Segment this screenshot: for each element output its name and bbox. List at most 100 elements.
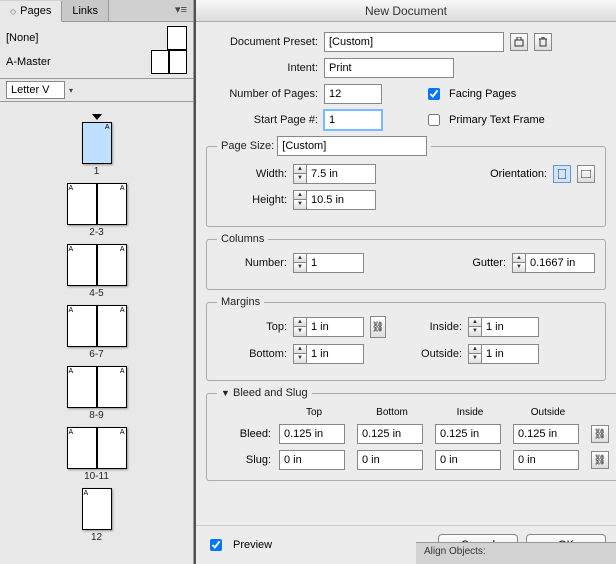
preview-label: Preview <box>233 539 272 551</box>
tab-pages-label: Pages <box>20 5 51 17</box>
bleed-outside-input[interactable] <box>513 424 579 444</box>
slug-bottom-input[interactable] <box>357 450 423 470</box>
master-none[interactable]: [None] <box>6 26 187 50</box>
facing-checkbox[interactable] <box>428 88 440 100</box>
page-thumb[interactable]: A <box>82 488 112 530</box>
bs-hd-top: Top <box>279 407 349 418</box>
master-indicator: A <box>69 307 74 314</box>
page-thumb[interactable]: A <box>67 183 97 225</box>
master-indicator: A <box>69 185 74 192</box>
width-input[interactable] <box>306 164 376 184</box>
spread[interactable]: A A 10-11 <box>67 427 127 482</box>
page-thumb[interactable]: A <box>97 305 127 347</box>
master-indicator: A <box>120 368 125 375</box>
dialog-title: New Document <box>196 0 616 22</box>
spread[interactable]: AA8-9 <box>67 366 127 421</box>
bleedslug-group: ▼ Bleed and Slug Top Bottom Inside Outsi… <box>206 387 616 481</box>
tab-links[interactable]: Links <box>62 0 109 21</box>
width-label: Width: <box>217 168 287 180</box>
page-thumb[interactable]: A <box>67 366 97 408</box>
bleed-bottom-input[interactable] <box>357 424 423 444</box>
master-none-thumb <box>167 26 187 50</box>
numpages-label: Number of Pages: <box>206 88 318 100</box>
spread[interactable]: AA4-5 <box>67 244 127 299</box>
margin-bottom-label: Bottom: <box>217 348 287 360</box>
slug-link-icon[interactable]: ⛓ <box>591 451 609 469</box>
page-thumb[interactable]: A <box>97 366 127 408</box>
page-thumb[interactable]: A <box>67 244 97 286</box>
master-none-label: [None] <box>6 32 38 44</box>
margin-bottom-input[interactable] <box>306 344 364 364</box>
master-indicator: A <box>120 185 125 192</box>
page-thumb[interactable]: A <box>67 305 97 347</box>
panel-tabs: ◇Pages Links ▾≡ <box>0 0 193 22</box>
section-marker-icon <box>92 114 102 120</box>
spread-label: 10-11 <box>67 471 127 482</box>
spread[interactable]: A A 2-3 <box>67 183 127 238</box>
page-thumb[interactable]: A <box>97 427 127 469</box>
master-indicator: A <box>69 429 74 436</box>
startpage-input[interactable] <box>324 110 382 130</box>
gutter-stepper[interactable]: ▲▼ <box>512 253 595 273</box>
slug-inside-input[interactable] <box>435 450 501 470</box>
margin-top-input[interactable] <box>306 317 364 337</box>
chevron-down-icon: ▾ <box>69 86 73 95</box>
page-size-bar: Letter V ▾ <box>0 78 193 102</box>
margins-legend: Margins <box>217 296 264 308</box>
panel-menu-icon[interactable]: ▾≡ <box>169 0 193 21</box>
orientation-portrait-icon[interactable] <box>553 165 571 183</box>
margin-inside-input[interactable] <box>481 317 539 337</box>
intent-select[interactable]: Print <box>324 58 454 78</box>
primary-checkbox[interactable] <box>428 114 440 126</box>
margin-inside-label: Inside: <box>392 321 462 333</box>
pagesize-legend: Page Size: <box>221 140 274 152</box>
spread-label: 2-3 <box>67 227 127 238</box>
spread[interactable]: A12 <box>82 488 112 543</box>
preset-select[interactable]: [Custom] <box>324 32 504 52</box>
margin-link-icon[interactable]: ⛓ <box>370 316 386 338</box>
page-thumb[interactable]: A <box>97 244 127 286</box>
page-thumbnails[interactable]: A1AA2-3AA4-5AA6-7AA8-9AA10-11A12 <box>0 102 193 564</box>
save-preset-icon[interactable] <box>510 33 528 51</box>
tab-pages[interactable]: ◇Pages <box>0 1 62 22</box>
page-thumb[interactable]: A <box>82 122 112 164</box>
master-indicator: A <box>69 246 74 253</box>
margin-outside-stepper[interactable]: ▲▼ <box>468 344 539 364</box>
slug-top-input[interactable] <box>279 450 345 470</box>
thumb-size-select[interactable]: Letter V <box>6 81 65 99</box>
master-a-thumb <box>151 50 187 74</box>
master-indicator: A <box>120 429 125 436</box>
margin-outside-label: Outside: <box>392 348 462 360</box>
margin-bottom-stepper[interactable]: ▲▼ <box>293 344 364 364</box>
col-number-label: Number: <box>217 257 287 269</box>
margin-inside-stepper[interactable]: ▲▼ <box>468 317 539 337</box>
preview-checkbox[interactable] <box>210 539 222 551</box>
bleed-link-icon[interactable]: ⛓ <box>591 425 609 443</box>
bleedslug-legend: Bleed and Slug <box>233 387 308 399</box>
master-a[interactable]: A-Master <box>6 50 187 74</box>
gutter-label: Gutter: <box>472 257 506 269</box>
spread[interactable]: A1 <box>82 114 112 177</box>
page-thumb[interactable]: A <box>67 427 97 469</box>
height-input[interactable] <box>306 190 376 210</box>
trash-icon[interactable] <box>534 33 552 51</box>
columns-legend: Columns <box>217 233 268 245</box>
col-number-stepper[interactable]: ▲▼ <box>293 253 364 273</box>
pagesize-select[interactable]: [Custom] <box>277 136 427 156</box>
col-number-input[interactable] <box>306 253 364 273</box>
bleed-top-input[interactable] <box>279 424 345 444</box>
margin-outside-input[interactable] <box>481 344 539 364</box>
gutter-input[interactable] <box>525 253 595 273</box>
width-stepper[interactable]: ▲▼ <box>293 164 376 184</box>
spread[interactable]: AA6-7 <box>67 305 127 360</box>
numpages-input[interactable] <box>324 84 382 104</box>
margin-top-label: Top: <box>217 321 287 333</box>
height-stepper[interactable]: ▲▼ <box>293 190 376 210</box>
margin-top-stepper[interactable]: ▲▼ <box>293 317 364 337</box>
page-thumb[interactable]: A <box>97 183 127 225</box>
bs-hd-outside: Outside <box>513 407 583 418</box>
slug-outside-input[interactable] <box>513 450 579 470</box>
orientation-landscape-icon[interactable] <box>577 165 595 183</box>
bleed-inside-input[interactable] <box>435 424 501 444</box>
bs-hd-bottom: Bottom <box>357 407 427 418</box>
